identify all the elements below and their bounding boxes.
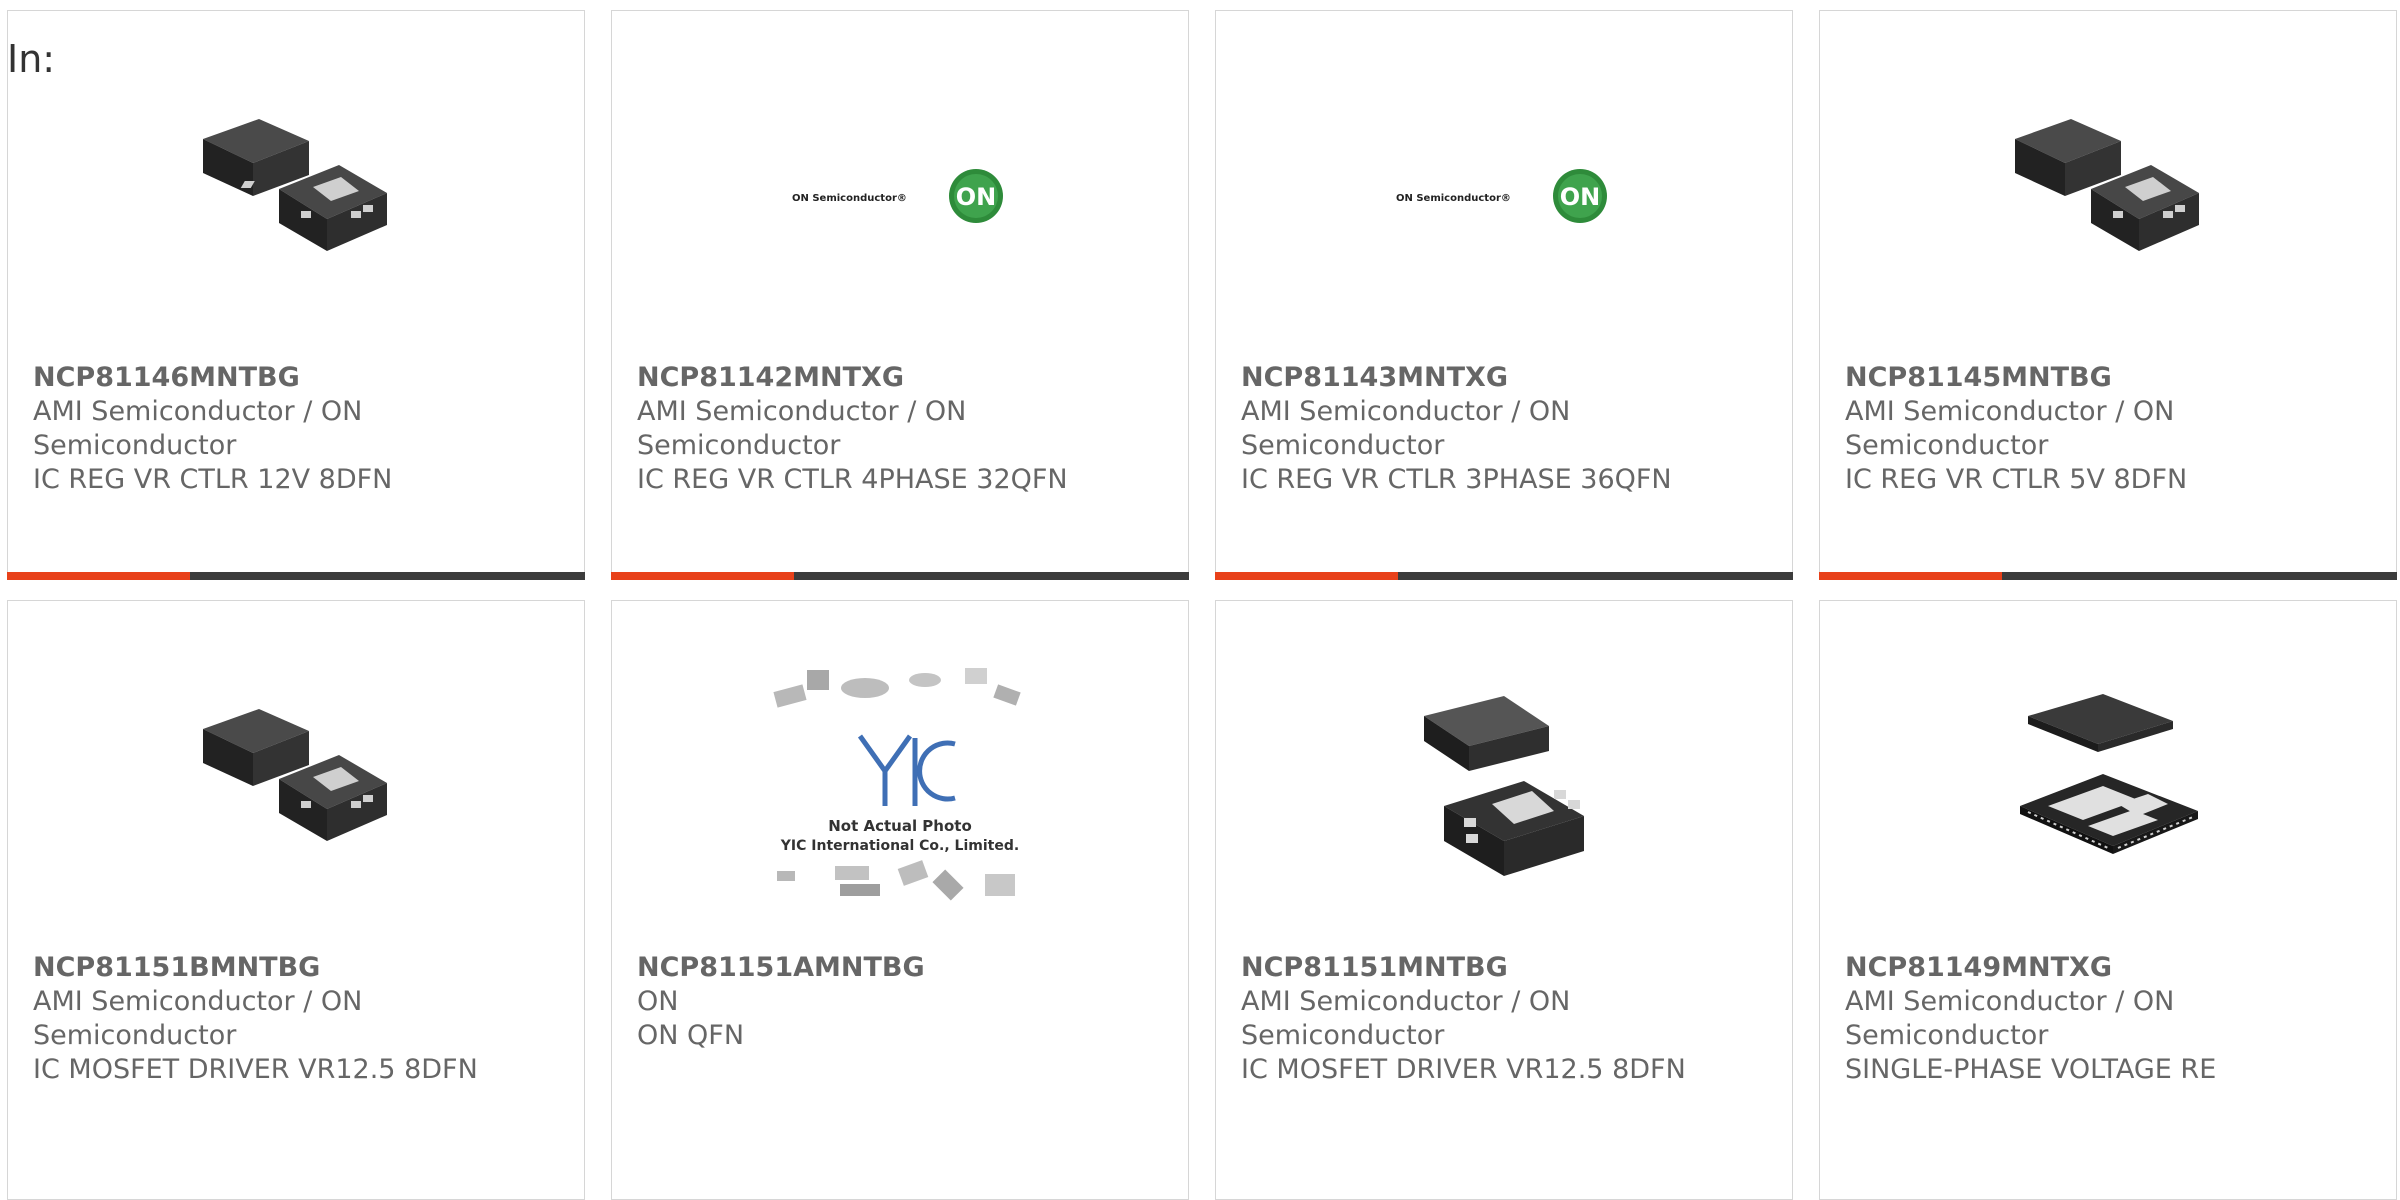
description: IC REG VR CTLR 3PHASE 36QFN <box>1241 464 1672 495</box>
description: IC MOSFET DRIVER VR12.5 8DFN <box>1241 1054 1686 1085</box>
product-image[interactable] <box>1820 641 2396 931</box>
manufacturer: AMI Semiconductor / ON Semiconductor <box>637 396 967 461</box>
product-card[interactable]: NCP81151MNTBG AMI Semiconductor / ON Sem… <box>1215 600 1793 1200</box>
product-card[interactable]: NCP81146MNTBG AMI Semiconductor / ON Sem… <box>7 10 585 580</box>
product-image[interactable] <box>1216 641 1792 931</box>
svg-text:ON: ON <box>956 183 997 211</box>
manufacturer: AMI Semiconductor / ON Semiconductor <box>1241 396 1571 461</box>
product-card[interactable]: NCP81145MNTBG AMI Semiconductor / ON Sem… <box>1819 10 2397 580</box>
part-number[interactable]: NCP81142MNTXG <box>637 361 1168 395</box>
svg-text:Not Actual Photo: Not Actual Photo <box>828 817 972 835</box>
card-accent-bar <box>1819 572 2397 580</box>
part-number[interactable]: NCP81151AMNTBG <box>637 951 1168 985</box>
svg-text:ON: ON <box>1560 183 1601 211</box>
part-number[interactable]: NCP81145MNTBG <box>1845 361 2376 395</box>
product-card[interactable]: ON Semiconductor® ON NCP81143MNTXG AMI S… <box>1215 10 1793 580</box>
part-number[interactable]: NCP81151MNTBG <box>1241 951 1772 985</box>
manufacturer: AMI Semiconductor / ON Semiconductor <box>1241 986 1571 1051</box>
part-number[interactable]: NCP81146MNTBG <box>33 361 564 395</box>
product-card[interactable]: NCP81149MNTXG AMI Semiconductor / ON Sem… <box>1819 600 2397 1200</box>
manufacturer: AMI Semiconductor / ON Semiconductor <box>33 396 363 461</box>
manufacturer: AMI Semiconductor / ON Semiconductor <box>33 986 363 1051</box>
dfn-package-icon <box>203 709 387 841</box>
product-image[interactable] <box>8 641 584 931</box>
dfn-package-icon <box>2015 119 2199 251</box>
product-image[interactable]: Not Actual Photo YIC International Co., … <box>612 641 1188 931</box>
description: ON QFN <box>637 1020 745 1051</box>
card-accent-bar <box>7 572 585 580</box>
svg-text:YIC International Co., Limited: YIC International Co., Limited. <box>780 838 1019 854</box>
dfn-package-large-icon <box>1424 696 1584 876</box>
product-image[interactable]: ON Semiconductor® ON <box>1216 51 1792 341</box>
description: IC REG VR CTLR 5V 8DFN <box>1845 464 2188 495</box>
description: IC REG VR CTLR 12V 8DFN <box>33 464 393 495</box>
manufacturer: ON <box>637 986 679 1017</box>
part-number[interactable]: NCP81143MNTXG <box>1241 361 1772 395</box>
description: IC REG VR CTLR 4PHASE 32QFN <box>637 464 1068 495</box>
description: SINGLE-PHASE VOLTAGE RE <box>1845 1054 2217 1085</box>
filter-label: In: <box>7 37 56 81</box>
product-image[interactable] <box>1820 51 2396 341</box>
qfn-package-icon <box>2020 694 2198 854</box>
product-card[interactable]: ON Semiconductor® ON NCP81142MNTXG AMI S… <box>611 10 1189 580</box>
description: IC MOSFET DRIVER VR12.5 8DFN <box>33 1054 478 1085</box>
manufacturer: AMI Semiconductor / ON Semiconductor <box>1845 986 2175 1051</box>
card-accent-bar <box>1215 572 1793 580</box>
not-actual-photo-placeholder-icon: Not Actual Photo YIC International Co., … <box>773 668 1021 901</box>
svg-text:ON Semiconductor®: ON Semiconductor® <box>792 193 907 204</box>
dfn-package-icon <box>203 119 387 251</box>
product-card[interactable]: NCP81151BMNTBG AMI Semiconductor / ON Se… <box>7 600 585 1200</box>
svg-text:ON Semiconductor®: ON Semiconductor® <box>1396 193 1511 204</box>
part-number[interactable]: NCP81149MNTXG <box>1845 951 2376 985</box>
part-number[interactable]: NCP81151BMNTBG <box>33 951 564 985</box>
on-semiconductor-logo-icon: ON Semiconductor® ON <box>792 169 1003 223</box>
product-image[interactable] <box>8 51 584 341</box>
manufacturer: AMI Semiconductor / ON Semiconductor <box>1845 396 2175 461</box>
product-card[interactable]: Not Actual Photo YIC International Co., … <box>611 600 1189 1200</box>
product-image[interactable]: ON Semiconductor® ON <box>612 51 1188 341</box>
on-semiconductor-logo-icon: ON Semiconductor® ON <box>1396 169 1607 223</box>
card-accent-bar <box>611 572 1189 580</box>
